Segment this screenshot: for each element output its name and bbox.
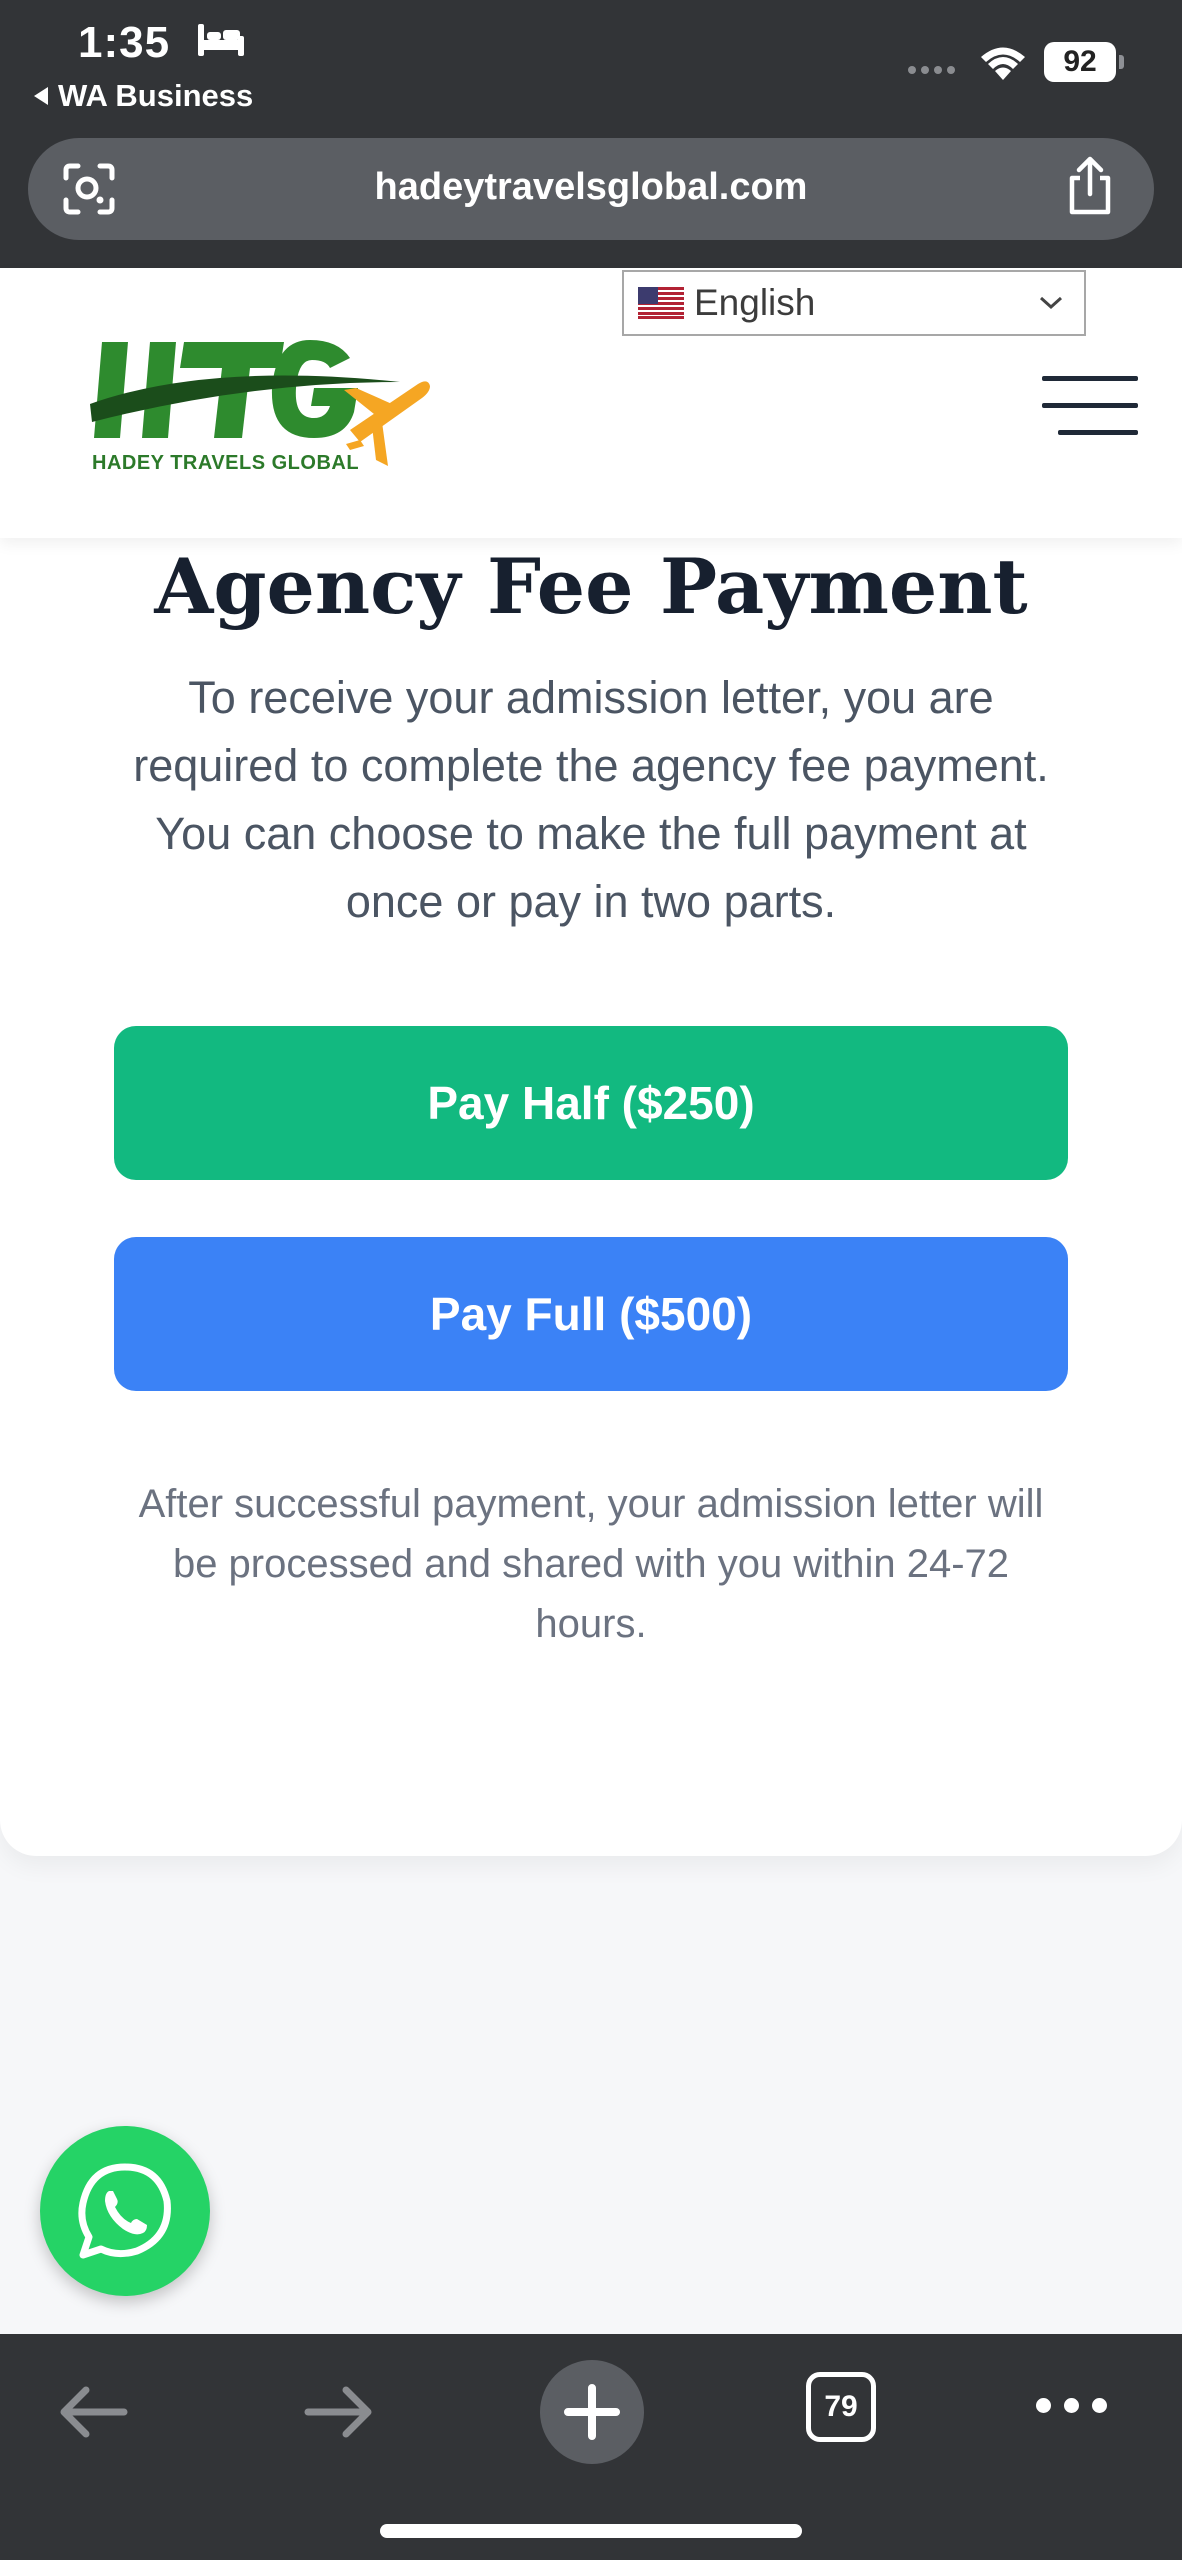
- back-app-label: WA Business: [58, 78, 254, 113]
- wifi-icon: [981, 47, 1025, 80]
- chevron-down-icon: [1039, 296, 1063, 310]
- address-bar[interactable]: hadeytravelsglobal.com: [28, 138, 1154, 240]
- language-select[interactable]: English: [622, 270, 1086, 336]
- processing-note: After successful payment, your admission…: [138, 1482, 1044, 1646]
- back-to-app-link[interactable]: WA Business: [34, 78, 253, 114]
- page-title: Agency Fee Payment: [154, 542, 1028, 631]
- pay-full-button[interactable]: Pay Full ($500): [114, 1237, 1068, 1391]
- pay-half-button[interactable]: Pay Half ($250): [114, 1026, 1068, 1180]
- new-tab-button[interactable]: [540, 2360, 644, 2464]
- status-time: 1:35: [78, 18, 171, 67]
- logo-caption: HADEY TRAVELS GLOBAL: [92, 452, 360, 474]
- share-icon[interactable]: [1062, 156, 1118, 218]
- language-label: English: [694, 282, 816, 323]
- url-text[interactable]: hadeytravelsglobal.com: [28, 166, 1154, 209]
- whatsapp-chat-button[interactable]: [40, 2126, 210, 2296]
- intro-text: To receive your admission letter, you ar…: [133, 672, 1049, 927]
- site-header: English HADEY TRAVELS GLOBAL: [0, 268, 1182, 538]
- back-arrow-icon[interactable]: [54, 2382, 130, 2442]
- hamburger-menu-icon[interactable]: [1040, 374, 1140, 438]
- plus-icon: [564, 2384, 620, 2440]
- htg-logo[interactable]: [88, 332, 438, 502]
- forward-arrow-icon[interactable]: [302, 2382, 378, 2442]
- browser-top-chrome: 1:35 WA Business 92 hadeytravelsglobal.c…: [0, 0, 1182, 268]
- battery-indicator: 92: [1044, 42, 1124, 82]
- cellular-signal-icon: [908, 66, 955, 74]
- bed-icon: [198, 24, 244, 56]
- whatsapp-icon: [78, 2163, 171, 2259]
- back-triangle-icon: [34, 87, 48, 105]
- us-flag-icon: [638, 287, 684, 319]
- more-icon[interactable]: [1036, 2398, 1107, 2413]
- payment-card: Agency Fee Payment To receive your admis…: [0, 500, 1182, 1856]
- tab-switcher-button[interactable]: 79: [806, 2372, 876, 2442]
- home-indicator[interactable]: [380, 2524, 802, 2538]
